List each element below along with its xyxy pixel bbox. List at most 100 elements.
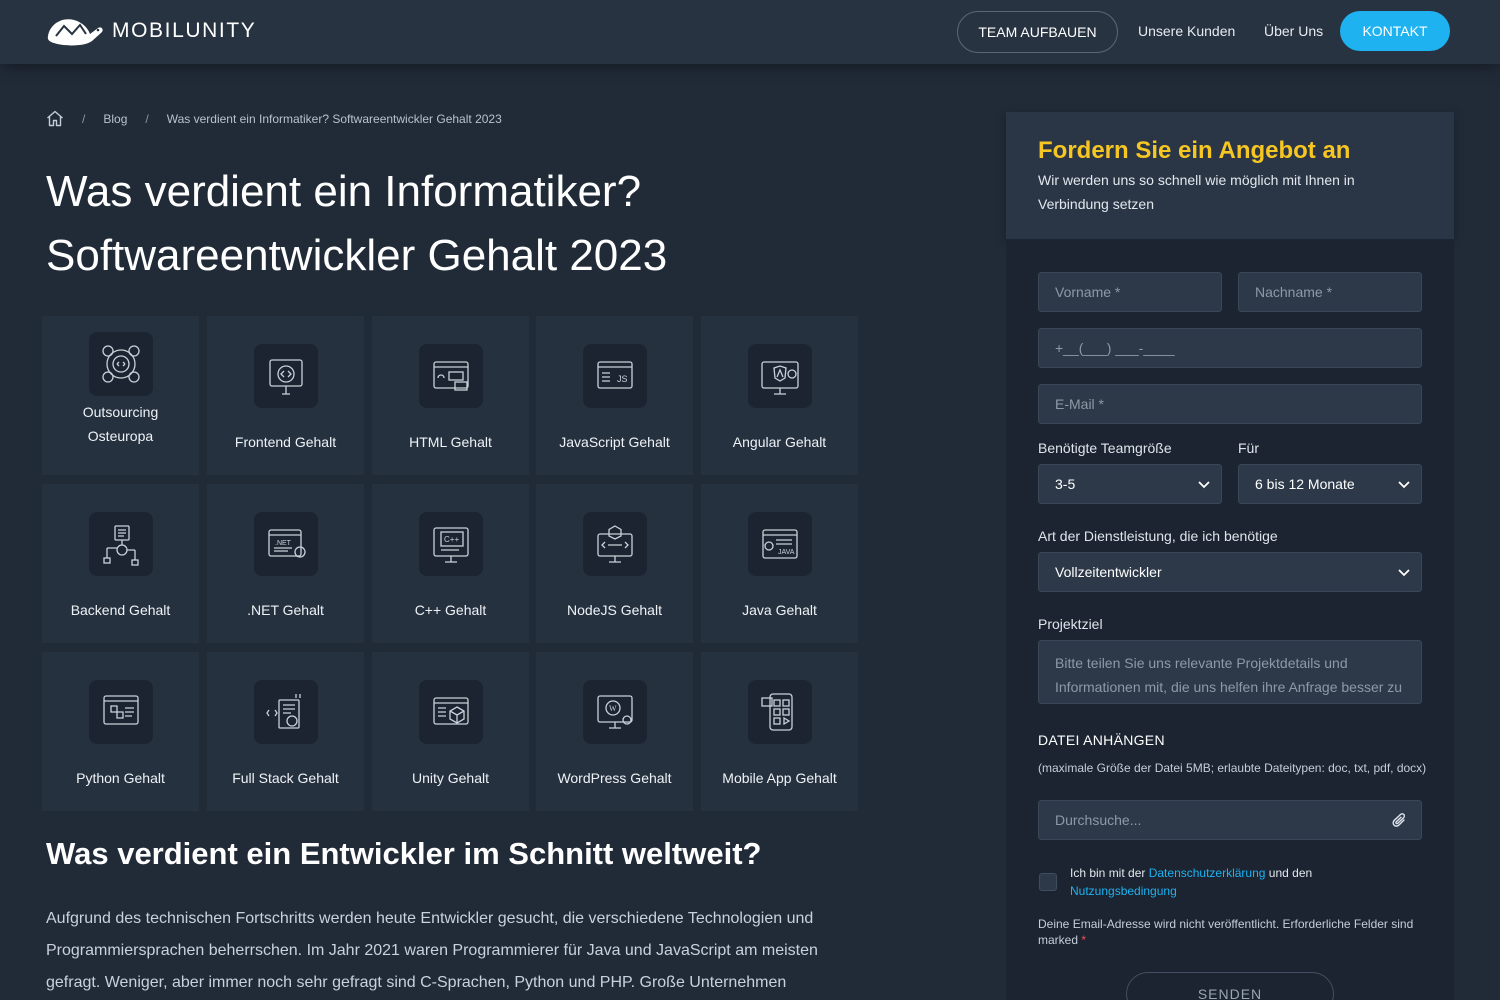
tile-label: Osteuropa bbox=[87, 428, 154, 444]
tile-label: Outsourcing bbox=[82, 404, 159, 420]
quote-form-title: Fordern Sie ein Angebot an bbox=[1038, 137, 1351, 164]
python-icon bbox=[102, 695, 139, 725]
tile-label: HTML Gehalt bbox=[409, 434, 492, 450]
page-title-line-2: Softwareentwickler Gehalt 2023 bbox=[46, 231, 668, 280]
required-asterisk: * bbox=[1081, 933, 1087, 947]
home-icon[interactable] bbox=[46, 110, 64, 127]
service-type-label: Art der Dienstleistung, die ich benötige bbox=[1038, 528, 1278, 544]
breadcrumb: / Blog / Was verdient ein Informatiker? … bbox=[46, 110, 502, 127]
breadcrumb-current: Was verdient ein Informatiker? Softwaree… bbox=[166, 111, 502, 126]
java-icon: JAVA bbox=[761, 529, 798, 559]
service-type-select[interactable]: Vollzeitentwickler bbox=[1038, 552, 1422, 592]
frontend-icon bbox=[268, 359, 303, 395]
tile-nodejs[interactable]: NodeJS Gehalt bbox=[536, 484, 693, 643]
file-browse-field[interactable]: Durchsuche... bbox=[1038, 800, 1422, 840]
page-title: Was verdient ein Informatiker? Softwaree… bbox=[46, 160, 866, 288]
chevron-down-icon bbox=[1398, 481, 1410, 489]
tile-frontend[interactable]: Frontend Gehalt bbox=[207, 316, 364, 475]
svg-text:W: W bbox=[609, 704, 617, 713]
mobile-app-icon bbox=[760, 693, 793, 731]
unity-icon bbox=[432, 697, 469, 725]
nav-link-ueber-uns[interactable]: Über Uns bbox=[1264, 23, 1323, 39]
svg-text:C++: C++ bbox=[444, 535, 459, 544]
tile-fullstack[interactable]: Full Stack Gehalt bbox=[207, 652, 364, 811]
nodejs-icon bbox=[596, 525, 633, 563]
outsourcing-icon bbox=[101, 345, 140, 383]
breadcrumb-separator: / bbox=[82, 111, 86, 126]
tile-backend[interactable]: Backend Gehalt bbox=[42, 484, 199, 643]
html-icon bbox=[432, 361, 469, 391]
service-type-value: Vollzeitentwickler bbox=[1055, 564, 1162, 580]
consent-prefix: Ich bin mit der bbox=[1070, 866, 1146, 880]
terms-link[interactable]: Nutzungsbedingung bbox=[1070, 884, 1177, 898]
consent-mid: und den bbox=[1268, 866, 1313, 880]
team-size-label: Benötigte Teamgröße bbox=[1038, 440, 1172, 456]
tile-outsourcing[interactable]: Outsourcing Osteuropa bbox=[42, 316, 199, 475]
backend-icon bbox=[102, 525, 139, 566]
duration-label: Für bbox=[1238, 440, 1259, 456]
quote-form-header: Fordern Sie ein Angebot an Wir werden un… bbox=[1006, 112, 1454, 239]
tile-unity[interactable]: Unity Gehalt bbox=[372, 652, 529, 811]
section-heading: Was verdient ein Entwickler im Schnitt w… bbox=[46, 836, 762, 871]
attach-file-title: DATEI ANHÄNGEN bbox=[1038, 732, 1165, 748]
chevron-down-icon bbox=[1198, 481, 1210, 489]
tile-cpp[interactable]: C++ C++ Gehalt bbox=[372, 484, 529, 643]
turtle-logo-icon bbox=[47, 19, 103, 46]
tile-label: Angular Gehalt bbox=[732, 434, 827, 450]
site-header: MOBILUNITY TEAM AUFBAUEN Unsere Kunden Ü… bbox=[0, 0, 1500, 64]
tile-label: JavaScript Gehalt bbox=[559, 434, 670, 450]
vorname-field[interactable]: Vorname * bbox=[1038, 272, 1222, 312]
tile-javascript[interactable]: JS JavaScript Gehalt bbox=[536, 316, 693, 475]
tile-wordpress[interactable]: W WordPress Gehalt bbox=[536, 652, 693, 811]
tile-label: Frontend Gehalt bbox=[234, 434, 337, 450]
svg-text:JAVA: JAVA bbox=[778, 549, 795, 556]
email-field[interactable]: E-Mail * bbox=[1038, 384, 1422, 424]
logo-text: MOBILUNITY bbox=[112, 19, 257, 42]
paperclip-icon[interactable] bbox=[1391, 812, 1409, 830]
tile-label: C++ Gehalt bbox=[414, 602, 487, 618]
dotnet-icon: .NET bbox=[267, 529, 306, 558]
tile-label: Python Gehalt bbox=[76, 770, 165, 786]
tile-label: Unity Gehalt bbox=[411, 770, 490, 786]
privacy-policy-link[interactable]: Datenschutzerklärung bbox=[1149, 866, 1266, 880]
chevron-down-icon bbox=[1398, 569, 1410, 577]
tile-label: Java Gehalt bbox=[742, 602, 817, 618]
team-size-select[interactable]: 3-5 bbox=[1038, 464, 1222, 504]
quote-form-subtitle: Wir werden uns so schnell wie möglich mi… bbox=[1038, 172, 1355, 212]
tile-label: .NET Gehalt bbox=[247, 602, 324, 618]
logo[interactable]: MOBILUNITY bbox=[46, 14, 256, 48]
duration-select[interactable]: 6 bis 12 Monate bbox=[1238, 464, 1422, 504]
tile-label: Backend Gehalt bbox=[70, 602, 171, 618]
angular-icon bbox=[760, 361, 799, 395]
breadcrumb-blog[interactable]: Blog bbox=[103, 112, 127, 126]
team-size-value: 3-5 bbox=[1055, 476, 1076, 492]
tile-html[interactable]: HTML Gehalt bbox=[372, 316, 529, 475]
phone-field[interactable]: +__(___) ___-____ bbox=[1038, 328, 1422, 368]
required-note-text: Deine Email-Adresse wird nicht veröffent… bbox=[1038, 917, 1414, 947]
team-aufbauen-button[interactable]: TEAM AUFBAUEN bbox=[957, 11, 1118, 53]
nav-link-kunden[interactable]: Unsere Kunden bbox=[1138, 23, 1235, 39]
kontakt-button[interactable]: KONTAKT bbox=[1340, 11, 1450, 51]
tile-angular[interactable]: Angular Gehalt bbox=[701, 316, 858, 475]
javascript-icon: JS bbox=[596, 361, 633, 389]
tile-mobile-app[interactable]: Mobile App Gehalt bbox=[701, 652, 858, 811]
send-button[interactable]: SENDEN bbox=[1126, 972, 1334, 1000]
tile-java[interactable]: JAVA Java Gehalt bbox=[701, 484, 858, 643]
section-paragraph: Aufgrund des technischen Fortschritts we… bbox=[46, 910, 818, 991]
quote-form: Vorname * Nachname * +__(___) ___-____ E… bbox=[1006, 239, 1454, 1000]
attach-file-note: (maximale Größe der Datei 5MB; erlaubte … bbox=[1038, 761, 1427, 775]
breadcrumb-separator: / bbox=[145, 111, 149, 126]
wordpress-icon: W bbox=[596, 695, 633, 729]
svg-text:.NET: .NET bbox=[275, 540, 292, 547]
tile-python[interactable]: Python Gehalt bbox=[42, 652, 199, 811]
required-fields-note: Deine Email-Adresse wird nicht veröffent… bbox=[1038, 916, 1428, 948]
consent-text: Ich bin mit der Datenschutzerklärung und… bbox=[1070, 864, 1370, 900]
tile-dotnet[interactable]: .NET .NET Gehalt bbox=[207, 484, 364, 643]
project-goal-label: Projektziel bbox=[1038, 616, 1103, 632]
nachname-field[interactable]: Nachname * bbox=[1238, 272, 1422, 312]
svg-text:JS: JS bbox=[617, 374, 628, 384]
file-browse-placeholder: Durchsuche... bbox=[1055, 812, 1142, 828]
consent-checkbox[interactable] bbox=[1039, 873, 1057, 891]
cpp-icon: C++ bbox=[432, 527, 469, 563]
project-goal-textarea[interactable]: Bitte teilen Sie uns relevante Projektde… bbox=[1038, 640, 1422, 704]
